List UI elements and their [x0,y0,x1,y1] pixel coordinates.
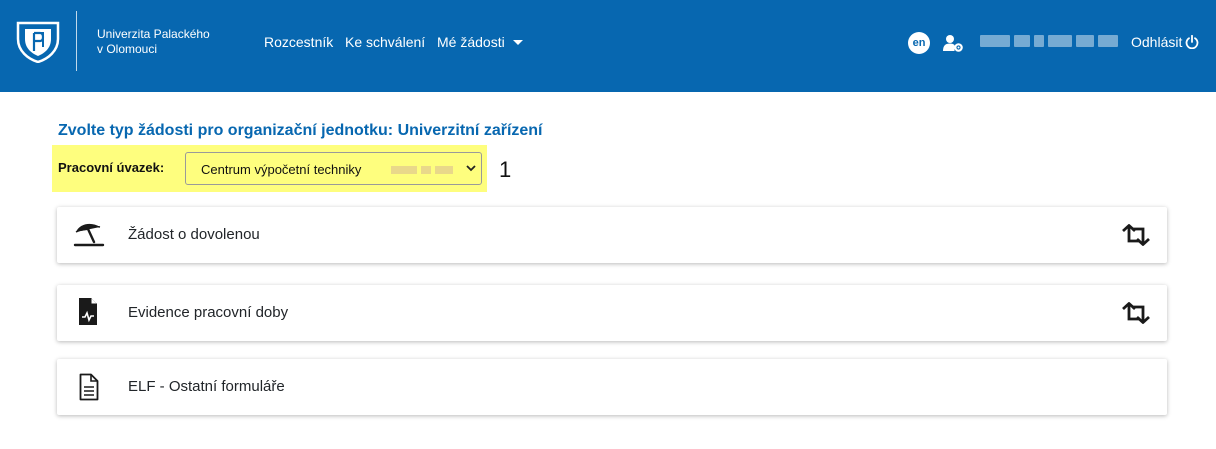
swap-icon[interactable] [1121,224,1151,246]
user-settings-icon[interactable] [943,34,963,52]
university-name-line2: v Olomouci [97,42,158,56]
page-title: Zvolte typ žádosti pro organizační jedno… [58,122,543,139]
card-title: Evidence pracovní doby [128,304,289,321]
power-icon [1185,35,1199,49]
chevron-down-icon [466,165,476,172]
logout-button[interactable]: Odhlásit [1131,34,1199,50]
university-name: Univerzita Palackého v Olomouci [97,27,210,57]
nav-rozcestnik[interactable]: Rozcestník [264,34,333,50]
username-redacted [980,34,1118,48]
top-navbar: Univerzita Palackého v Olomouci Rozcestn… [0,0,1216,92]
document-icon [79,373,99,401]
annotation-marker: 1 [499,157,512,182]
university-logo-icon[interactable] [16,21,60,63]
swap-icon[interactable] [1121,302,1151,324]
card-zadost-o-dovolenou[interactable]: Žádost o dovolenou [57,207,1167,263]
logo-divider [76,11,77,71]
file-waveform-icon [79,298,97,325]
nav-ke-schvaleni[interactable]: Ke schválení [345,34,425,50]
select-value-redacted [391,166,453,174]
select-value: Centrum výpočetní techniky [201,162,362,177]
pracovni-uvazek-select[interactable]: Centrum výpočetní techniky [185,152,482,185]
card-title: ELF - Ostatní formuláře [128,378,285,395]
select-label: Pracovní úvazek: [58,160,165,175]
logout-label: Odhlásit [1131,34,1183,50]
language-switch[interactable]: en [908,32,930,54]
nav-me-zadosti-dropdown[interactable]: Mé žádosti [437,34,523,50]
card-evidence-pracovni-doby[interactable]: Evidence pracovní doby [57,285,1167,341]
nav-me-zadosti-label: Mé žádosti [437,34,505,50]
caret-down-icon [512,40,523,45]
card-title: Žádost o dovolenou [128,226,260,243]
beach-umbrella-icon [73,223,105,247]
university-name-line1: Univerzita Palackého [97,27,210,41]
card-elf-ostatni-formulare[interactable]: ELF - Ostatní formuláře [57,359,1167,415]
